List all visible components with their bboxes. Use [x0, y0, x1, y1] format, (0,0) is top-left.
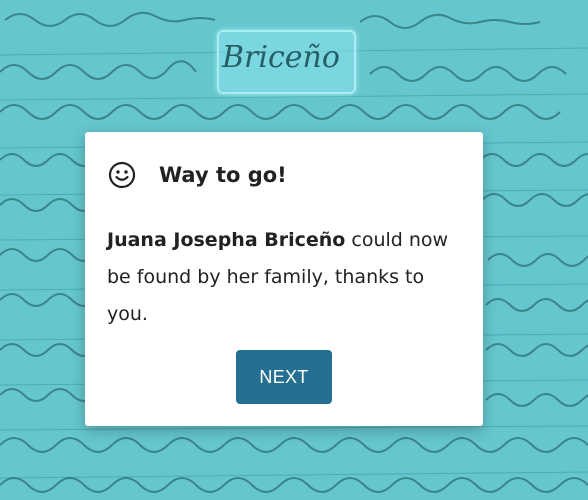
- dialog-title: Way to go!: [159, 163, 287, 187]
- highlighted-name-word: Briceño: [222, 40, 340, 75]
- next-button[interactable]: NEXT: [236, 350, 332, 404]
- success-dialog: Way to go! Juana Josepha Briceño could n…: [85, 132, 483, 426]
- smiley-icon: [108, 161, 136, 189]
- dialog-header: Way to go!: [107, 160, 287, 190]
- dialog-message: Juana Josepha Briceño could now be found…: [107, 222, 467, 333]
- person-name: Juana Josepha Briceño: [107, 229, 346, 251]
